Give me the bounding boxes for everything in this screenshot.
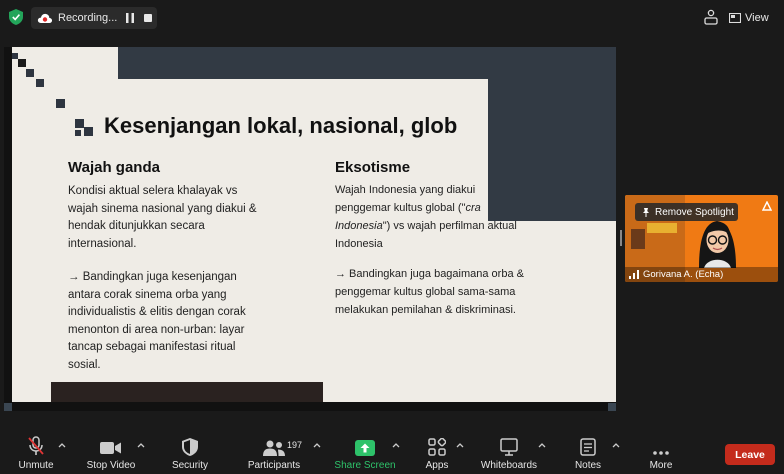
- whiteboards-button[interactable]: Whiteboards: [480, 430, 538, 474]
- recording-indicator[interactable]: Recording...: [31, 7, 157, 29]
- grid-view-icon: [729, 13, 741, 23]
- shield-check-icon[interactable]: [9, 9, 23, 25]
- chevron-up-icon[interactable]: [137, 442, 145, 448]
- share-screen-button[interactable]: Share Screen: [334, 430, 396, 474]
- slide-title: Kesenjangan lokal, nasional, glob: [104, 113, 458, 138]
- slide-dark-block-top: [118, 47, 616, 79]
- unmute-label: Unmute: [18, 460, 54, 471]
- decor-square: [84, 127, 93, 136]
- right-para1-line1: Wajah Indonesia yang diakui: [335, 184, 476, 196]
- resize-handle[interactable]: [608, 403, 616, 411]
- chevron-up-icon[interactable]: [538, 442, 546, 448]
- right-para1-line4: Indonesia: [335, 238, 383, 250]
- leave-button[interactable]: Leave: [725, 444, 775, 465]
- stop-recording-icon[interactable]: [144, 14, 152, 22]
- apps-label: Apps: [425, 460, 449, 471]
- cloud-recording-icon: [37, 13, 53, 23]
- decor-square: [75, 130, 81, 136]
- chevron-up-icon[interactable]: [456, 442, 464, 448]
- whiteboards-label: Whiteboards: [480, 460, 538, 471]
- notes-label: Notes: [574, 460, 602, 471]
- slide-dark-block-right: [488, 79, 616, 221]
- pause-recording-icon[interactable]: [126, 13, 134, 23]
- participants-label: Participants: [247, 460, 301, 471]
- shield-icon: [182, 438, 198, 456]
- left-column-paragraph-2: → Bandingkan juga kesenjangan antara cor…: [68, 271, 246, 371]
- chevron-up-icon[interactable]: [392, 442, 400, 448]
- apps-button[interactable]: Apps: [420, 430, 454, 474]
- participant-name-bar: Gorivana A. (Echa): [625, 267, 778, 282]
- share-screen-label: Share Screen: [334, 460, 396, 471]
- more-label: More: [649, 460, 673, 471]
- more-dots-icon: [653, 451, 669, 455]
- notes-button[interactable]: Notes: [570, 430, 606, 474]
- left-column-heading: Wajah ganda: [68, 159, 160, 176]
- splitter-handle[interactable]: [620, 230, 622, 246]
- decor-square: [26, 69, 34, 77]
- remove-spotlight-label: Remove Spotlight: [655, 206, 734, 218]
- participants-icon: [263, 440, 285, 456]
- chevron-up-icon[interactable]: [58, 442, 66, 448]
- chevron-up-icon[interactable]: [612, 442, 620, 448]
- participants-button[interactable]: Participants: [246, 430, 302, 474]
- brand-logo-icon: [762, 201, 772, 211]
- screen-left-border: [4, 47, 12, 411]
- right-para1-line3-italic: Indonesia: [335, 220, 383, 232]
- top-bar: Recording... View: [0, 0, 784, 36]
- stop-video-label: Stop Video: [86, 460, 136, 471]
- zoom-meeting-window: Recording... View Kesenjangan lokal, nas…: [0, 0, 784, 474]
- decor-square: [56, 99, 65, 108]
- participant-name: Gorivana A. (Echa): [643, 269, 724, 280]
- right-para1-line3: ") vs wajah perfilman aktual: [382, 220, 517, 232]
- right-para1-line2-italic: cra: [465, 202, 481, 214]
- apps-icon: [428, 438, 446, 456]
- participants-count: 197: [287, 440, 303, 450]
- pin-off-icon: [643, 208, 649, 217]
- view-button[interactable]: View: [729, 8, 769, 28]
- stop-video-button[interactable]: Stop Video: [84, 430, 138, 474]
- person-layout-icon[interactable]: [703, 9, 719, 25]
- microphone-muted-icon: [28, 436, 44, 455]
- background-object: [647, 223, 677, 233]
- participant-video-image: [699, 221, 736, 268]
- signal-bars-icon: [629, 270, 639, 279]
- unmute-button[interactable]: Unmute: [14, 430, 58, 474]
- left-column-paragraph-1: Kondisi aktual selera khalayak vs wajah …: [68, 185, 257, 250]
- meeting-toolbar: Unmute Stop Video Security Participants …: [0, 430, 784, 474]
- video-camera-icon: [100, 442, 121, 454]
- notes-icon: [580, 438, 596, 456]
- decor-square: [75, 119, 84, 128]
- shared-screen: Kesenjangan lokal, nasional, glob Wajah …: [4, 47, 616, 411]
- remove-spotlight-button[interactable]: Remove Spotlight: [635, 203, 738, 221]
- security-label: Security: [171, 460, 209, 471]
- chevron-up-icon[interactable]: [313, 442, 321, 448]
- view-label: View: [745, 12, 769, 24]
- participant-video-tile[interactable]: Remove Spotlight Gorivana A. (Echa): [625, 195, 778, 282]
- recording-label: Recording...: [58, 12, 118, 24]
- background-object: [631, 229, 645, 249]
- screen-bottom-border: [4, 402, 616, 411]
- decor-square: [18, 59, 26, 67]
- resize-handle[interactable]: [4, 403, 12, 411]
- right-column-paragraph-1-cont: Indonesia") vs wajah perfilman aktual In…: [335, 217, 555, 253]
- right-column-paragraph-2: → Bandingkan juga bagaimana orba & pengg…: [335, 268, 524, 316]
- more-button[interactable]: More: [646, 430, 676, 474]
- security-button[interactable]: Security: [166, 430, 214, 474]
- right-para1-line2: penggemar kultus global (": [335, 202, 466, 214]
- right-column-heading: Eksotisme: [335, 159, 411, 176]
- decor-square: [36, 79, 44, 87]
- right-column-paragraph-1: Wajah Indonesia yang diakui penggemar ku…: [335, 181, 485, 217]
- whiteboard-icon: [500, 438, 518, 456]
- share-screen-icon: [355, 440, 375, 456]
